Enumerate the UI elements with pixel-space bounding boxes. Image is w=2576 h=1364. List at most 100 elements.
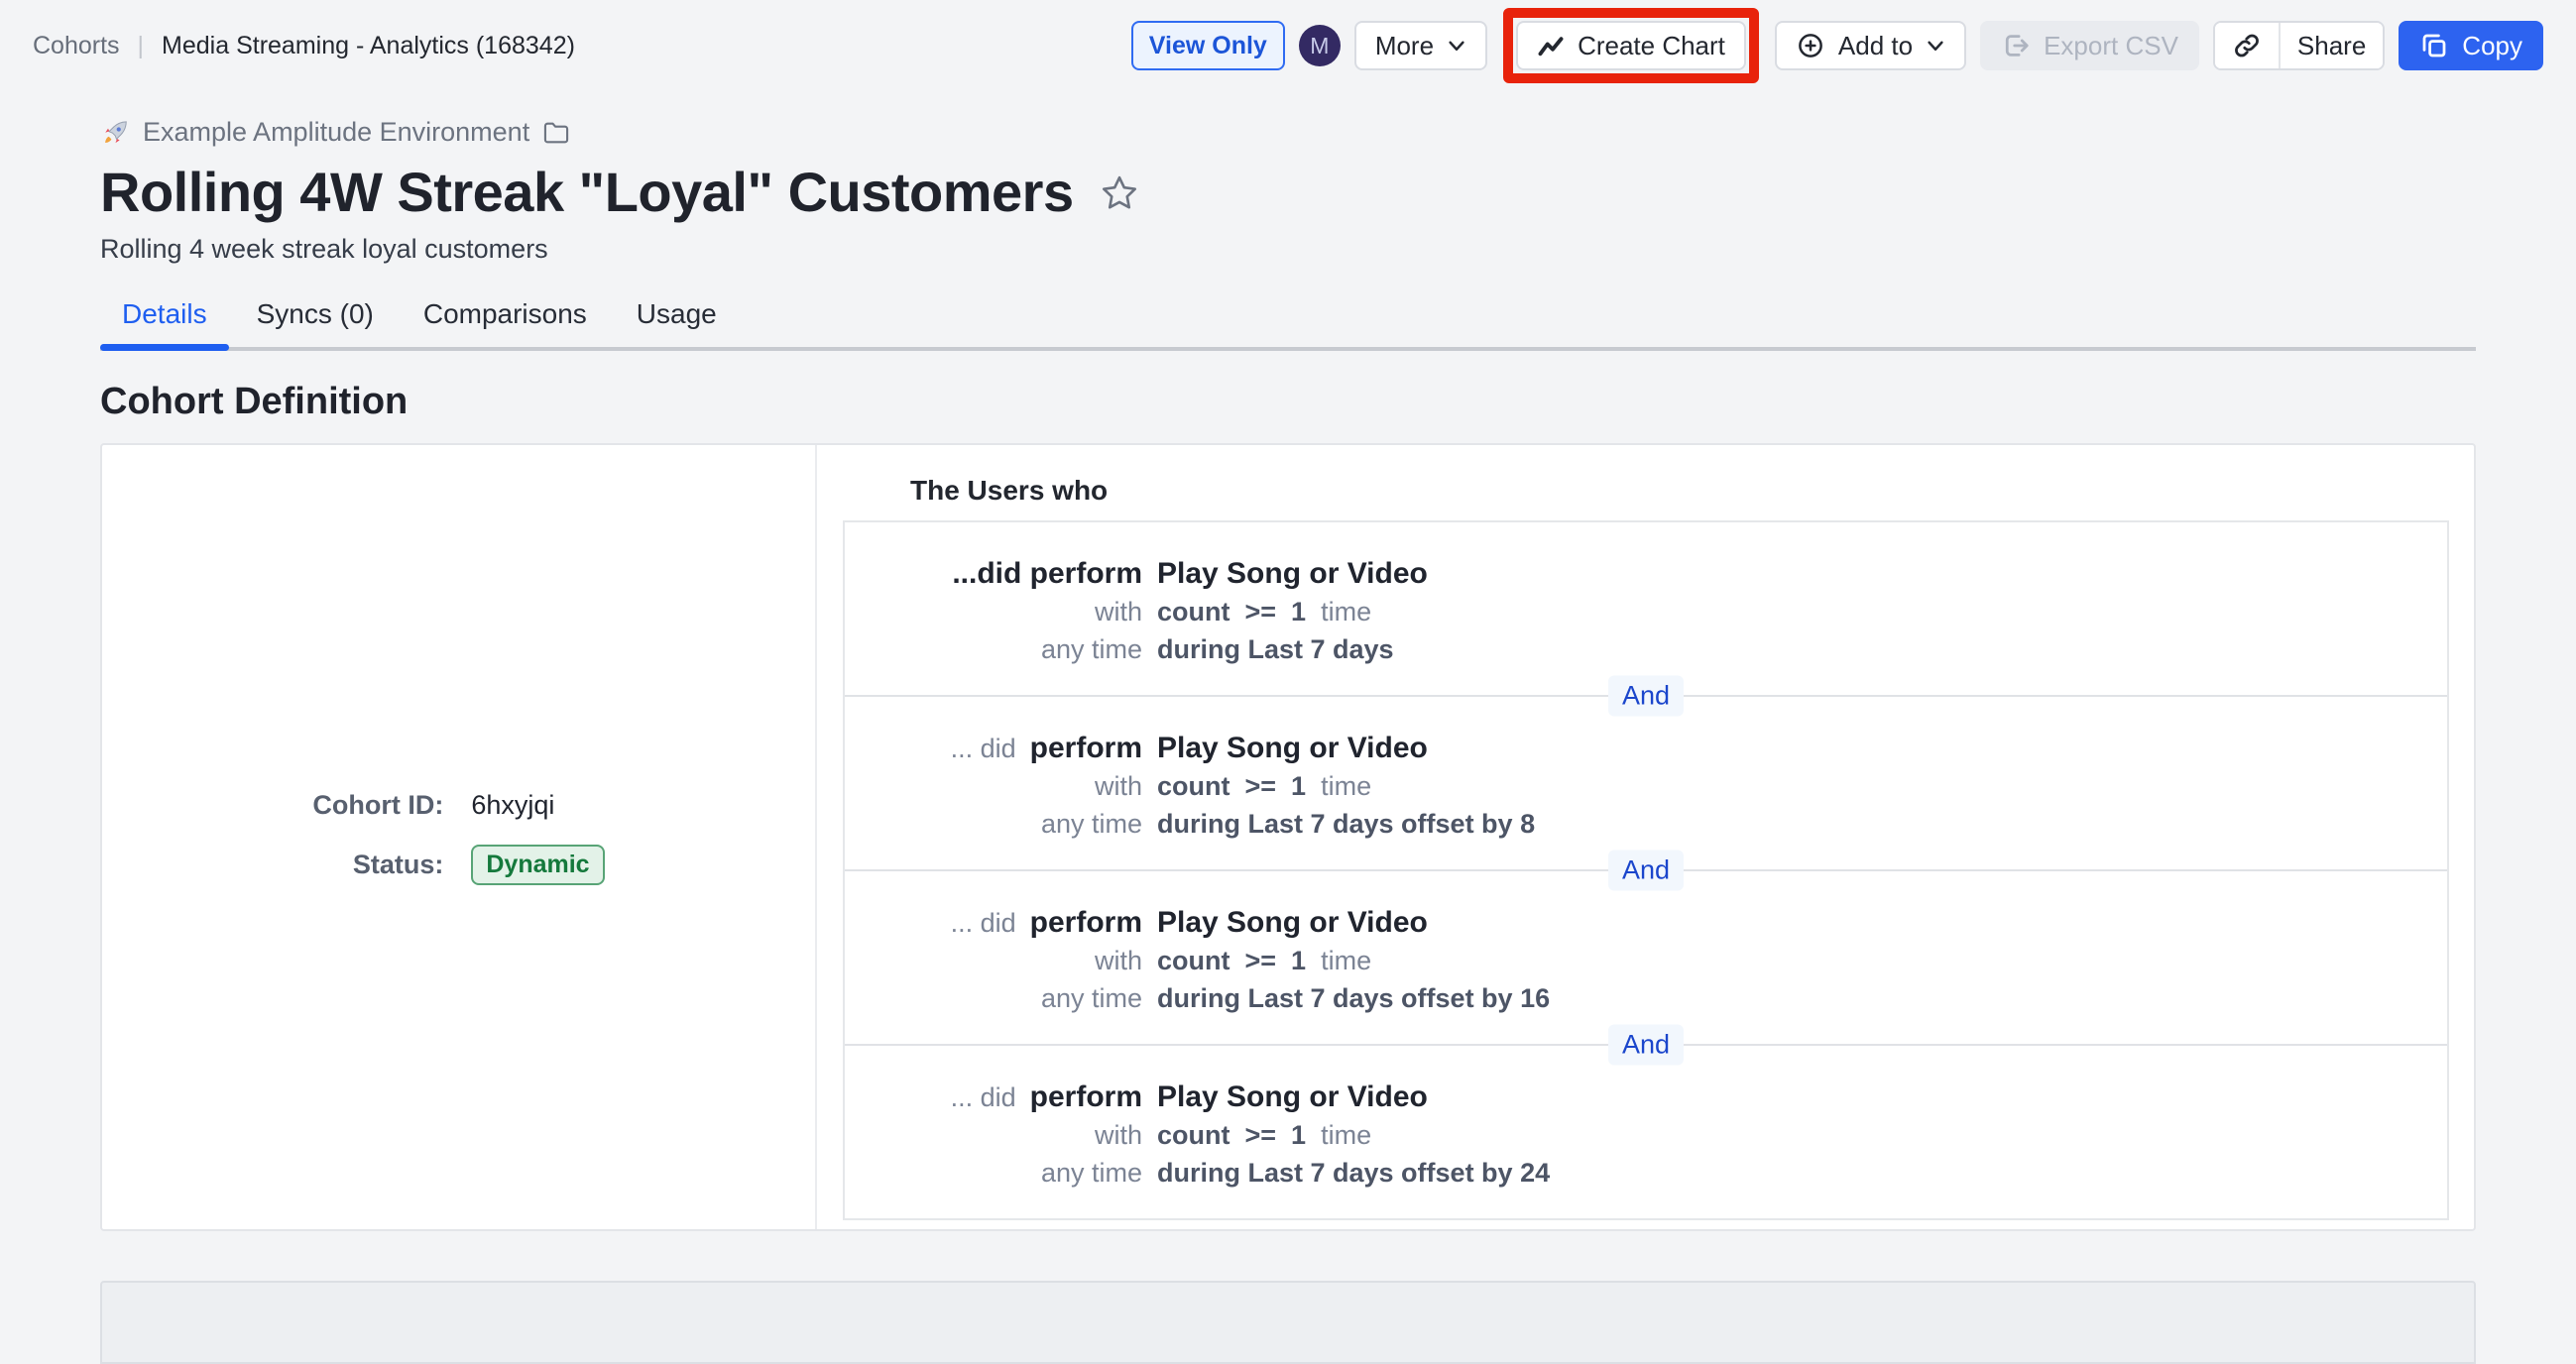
tab-comparisons[interactable]: Comparisons <box>402 298 609 347</box>
breadcrumb-separator: | <box>138 32 145 60</box>
more-button-label: More <box>1375 31 1434 61</box>
cohort-id-value: 6hxyjqi <box>471 790 604 821</box>
page-subtitle: Rolling 4 week streak loyal customers <box>100 234 2476 265</box>
condition-verb: perform <box>1030 732 1142 764</box>
event-name[interactable]: Play Song or Video <box>1157 732 1428 764</box>
condition-count-row: with count >= 1 time <box>845 593 2447 630</box>
and-separator: And <box>845 695 2447 697</box>
view-only-badge: View Only <box>1131 21 1285 70</box>
condition-prefix: ... did <box>951 908 1016 938</box>
condition-prefix: ... did <box>951 734 1016 763</box>
count-operator[interactable]: >= <box>1245 946 1277 975</box>
condition-time-row: any time during Last 7 days <box>845 630 2447 668</box>
folder-icon[interactable] <box>542 120 570 146</box>
count-operator[interactable]: >= <box>1245 771 1277 801</box>
share-button-label: Share <box>2297 31 2366 61</box>
tab-details[interactable]: Details <box>100 298 229 347</box>
count-property[interactable]: count <box>1157 946 1230 975</box>
export-csv-button: Export CSV <box>1980 21 2199 70</box>
tab-label: Comparisons <box>423 298 587 329</box>
cohort-info-column: Cohort ID: 6hxyjqi Status: Dynamic <box>102 445 817 1229</box>
copy-button[interactable]: Copy <box>2399 21 2543 70</box>
cohort-id-label: Cohort ID: <box>312 790 443 821</box>
add-to-button[interactable]: Add to <box>1775 21 1966 70</box>
and-separator: And <box>845 869 2447 871</box>
condition-event-row: ... did perform Play Song or Video <box>845 904 2447 942</box>
environment-row: Example Amplitude Environment <box>100 117 2476 148</box>
breadcrumb-cohorts-link[interactable]: Cohorts <box>33 32 120 60</box>
share-button[interactable]: Share <box>2279 23 2383 68</box>
tab-usage[interactable]: Usage <box>615 298 739 347</box>
time-range[interactable]: during Last 7 days offset by 16 <box>1157 979 1550 1017</box>
share-split-button: Share <box>2213 21 2385 70</box>
tabs: Details Syncs (0) Comparisons Usage <box>100 298 2476 351</box>
condition-verb: perform <box>1030 906 1142 939</box>
avatar[interactable]: M <box>1299 25 1341 66</box>
breadcrumb-current-page: Media Streaming - Analytics (168342) <box>162 32 575 60</box>
count-value[interactable]: 1 <box>1291 771 1306 801</box>
event-name[interactable]: Play Song or Video <box>1157 557 1428 590</box>
time-label: any time <box>1041 809 1142 839</box>
copy-icon <box>2419 31 2449 60</box>
plus-circle-icon <box>1796 31 1825 60</box>
event-name[interactable]: Play Song or Video <box>1157 1080 1428 1113</box>
count-unit: time <box>1321 771 1371 801</box>
count-value[interactable]: 1 <box>1291 1120 1306 1150</box>
title-row: Rolling 4W Streak "Loyal" Customers <box>100 160 2476 224</box>
chevron-down-icon <box>1926 39 1945 53</box>
count-property[interactable]: count <box>1157 1120 1230 1150</box>
time-range[interactable]: during Last 7 days <box>1157 630 1394 668</box>
chart-line-icon <box>1537 34 1565 57</box>
and-chip: And <box>1608 1025 1684 1066</box>
count-value[interactable]: 1 <box>1291 597 1306 626</box>
count-property[interactable]: count <box>1157 771 1230 801</box>
copy-link-button[interactable] <box>2215 23 2279 68</box>
condition-group: ...did perform Play Song or Video with c… <box>843 520 2449 1220</box>
count-operator[interactable]: >= <box>1245 597 1277 626</box>
condition-verb: ...did perform <box>952 557 1142 590</box>
with-label: with <box>1095 597 1142 626</box>
tab-syncs-0[interactable]: Syncs (0) <box>235 298 396 347</box>
favorite-star-icon[interactable] <box>1100 173 1139 211</box>
count-unit: time <box>1321 597 1371 626</box>
condition-event-row: ... didperform Play Song or Video <box>845 1079 2447 1116</box>
more-button[interactable]: More <box>1354 21 1487 70</box>
link-icon <box>2232 31 2262 60</box>
create-chart-button[interactable]: Create Chart <box>1516 21 1746 70</box>
definition-column: The Users who ...did perform Play Song o… <box>817 445 2474 1229</box>
and-chip: And <box>1608 851 1684 891</box>
main-content: Example Amplitude Environment Rolling 4W… <box>100 117 2476 1364</box>
condition-block: ... didperform Play Song or Video with c… <box>845 1046 2447 1218</box>
count-unit: time <box>1321 946 1371 975</box>
condition-prefix: ... did <box>951 1082 1016 1112</box>
condition-time-row: any time during Last 7 days offset by 8 <box>845 805 2447 843</box>
event-name[interactable]: Play Song or Video <box>1157 906 1428 939</box>
status-badge: Dynamic <box>471 845 604 885</box>
chevron-down-icon <box>1447 39 1466 53</box>
cohort-definition-panel: Cohort ID: 6hxyjqi Status: Dynamic The U… <box>100 443 2476 1231</box>
time-label: any time <box>1041 983 1142 1013</box>
time-range[interactable]: during Last 7 days offset by 8 <box>1157 805 1535 843</box>
section-title: Cohort Definition <box>100 381 2476 423</box>
with-label: with <box>1095 946 1142 975</box>
add-to-button-label: Add to <box>1838 31 1913 61</box>
condition-block: ... did perform Play Song or Video with c… <box>845 871 2447 1044</box>
count-property[interactable]: count <box>1157 597 1230 626</box>
time-range[interactable]: during Last 7 days offset by 24 <box>1157 1154 1550 1192</box>
tab-label: Details <box>122 298 207 329</box>
count-operator[interactable]: >= <box>1245 1120 1277 1150</box>
count-value[interactable]: 1 <box>1291 946 1306 975</box>
condition-block: ...did perform Play Song or Video with c… <box>845 522 2447 695</box>
condition-block: ... did perform Play Song or Video with c… <box>845 697 2447 869</box>
with-label: with <box>1095 771 1142 801</box>
and-separator: And <box>845 1044 2447 1046</box>
tab-label: Syncs (0) <box>257 298 374 329</box>
create-chart-annotation-box: Create Chart <box>1503 8 1759 83</box>
count-unit: time <box>1321 1120 1371 1150</box>
condition-count-row: with count >= 1 time <box>845 767 2447 805</box>
tab-label: Usage <box>637 298 717 329</box>
condition-count-row: with count >= 1 time <box>845 942 2447 979</box>
export-icon <box>2001 31 2031 60</box>
time-label: any time <box>1041 634 1142 664</box>
rocket-icon <box>100 118 130 148</box>
